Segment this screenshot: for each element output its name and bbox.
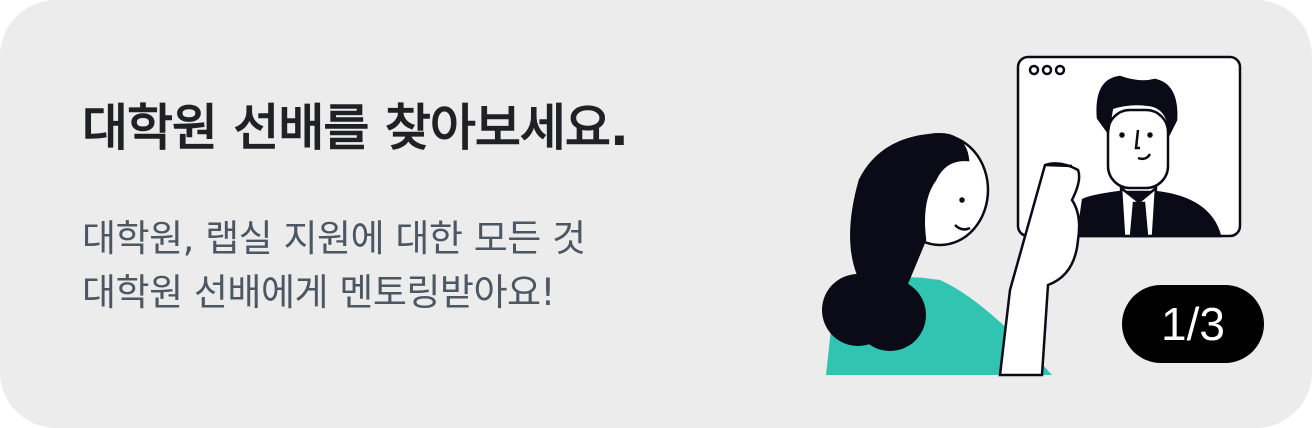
video-mentoring-illustration	[822, 55, 1242, 377]
promo-banner[interactable]: 대학원 선배를 찾아보세요. 대학원, 랩실 지원에 대한 모든 것 대학원 선…	[0, 0, 1312, 428]
page-indicator: 1/3	[1122, 285, 1264, 363]
